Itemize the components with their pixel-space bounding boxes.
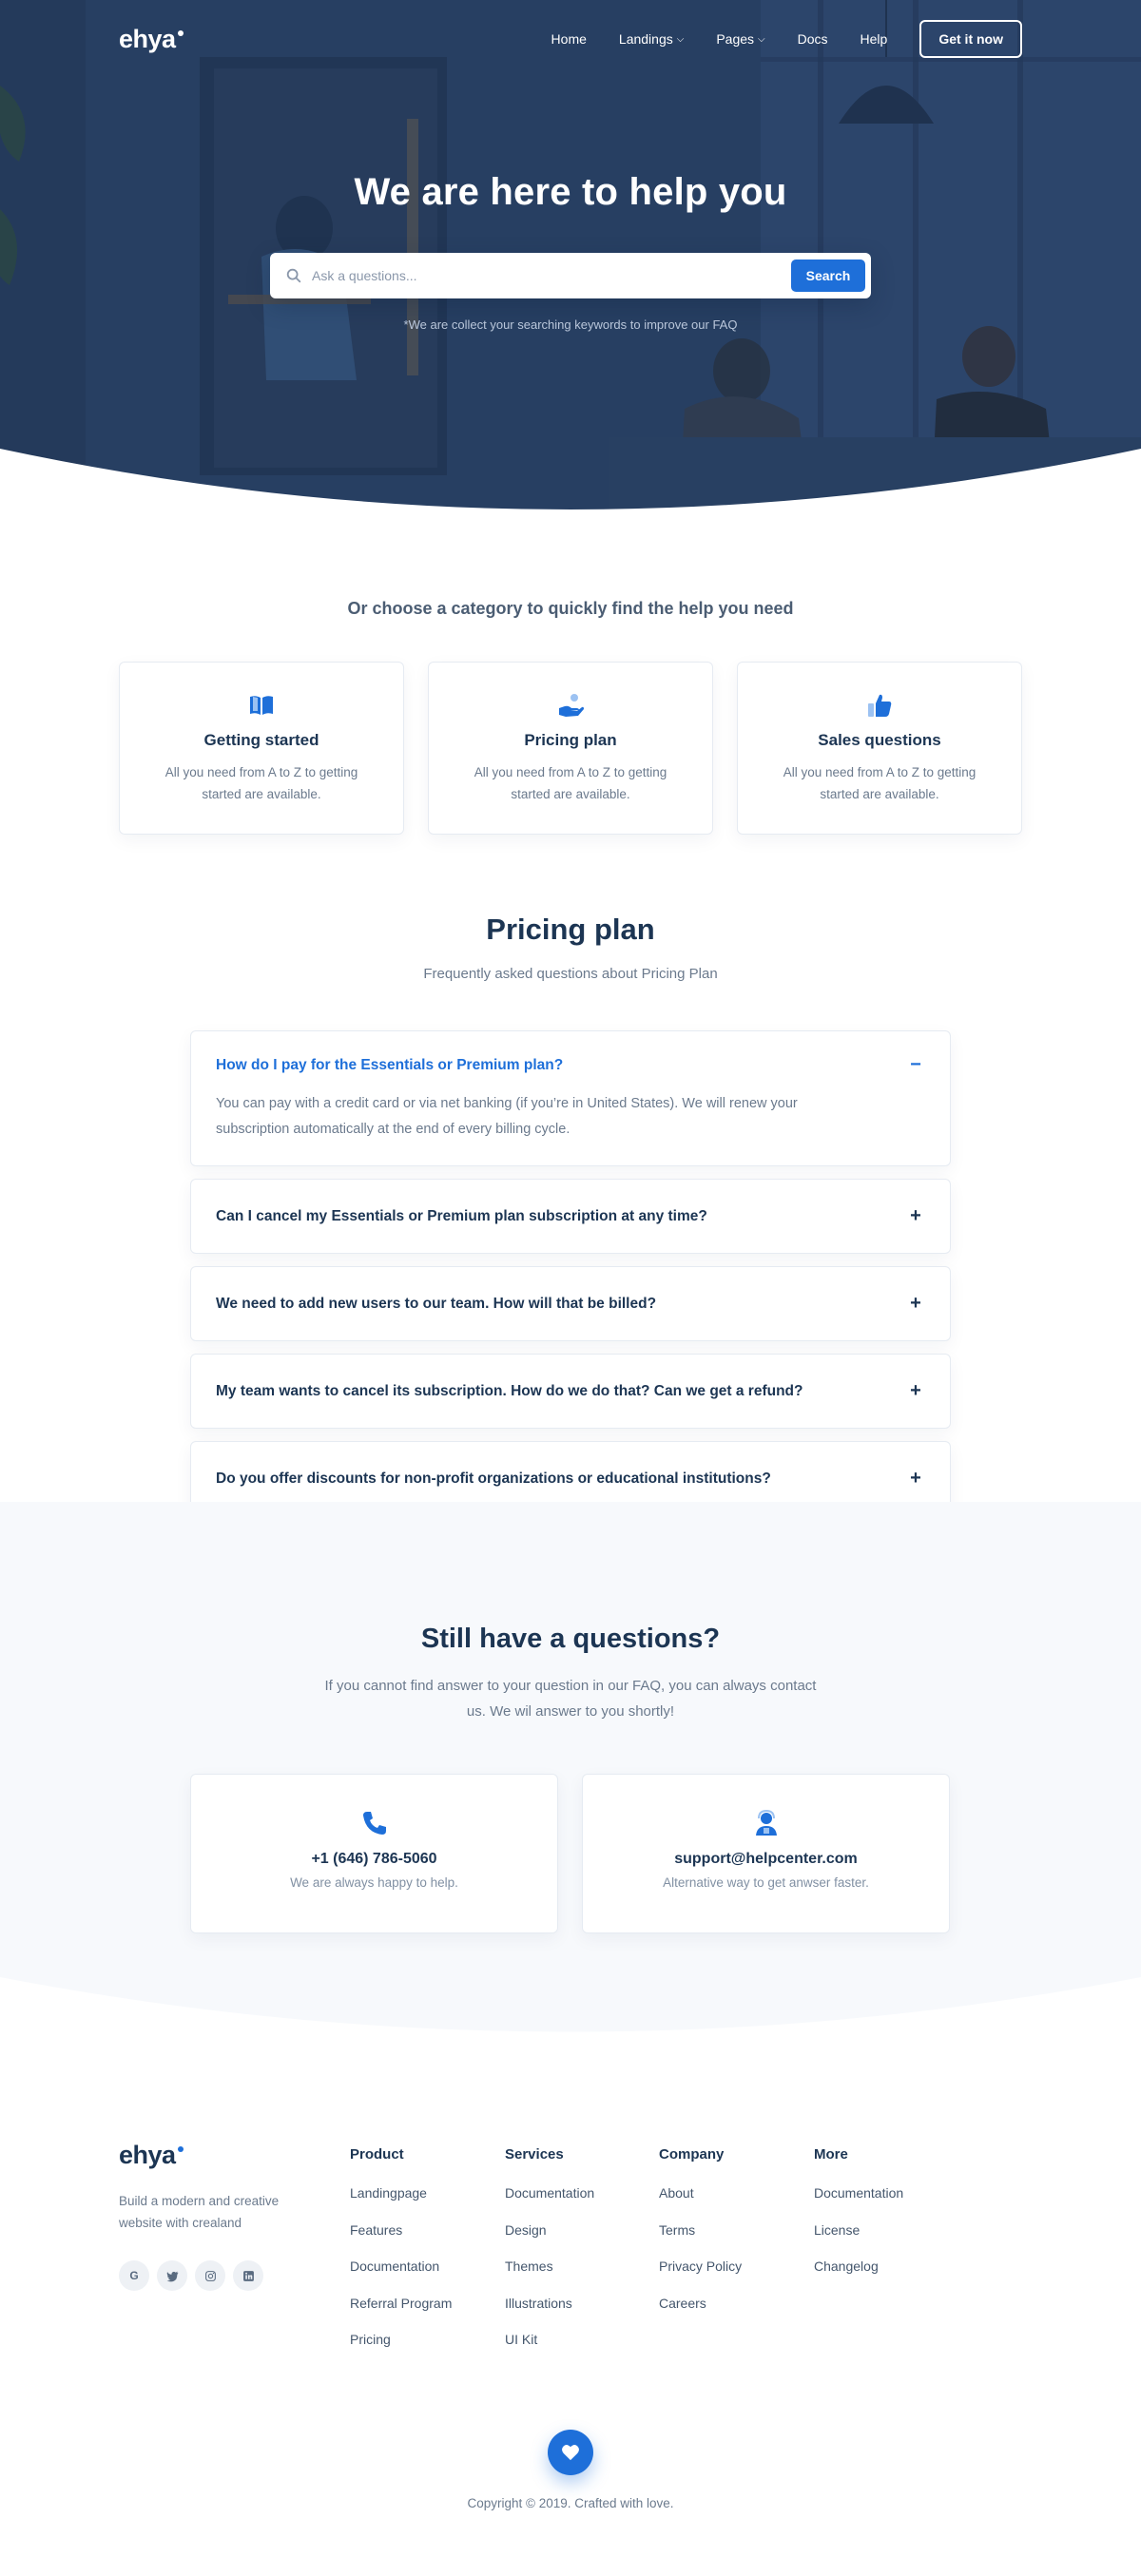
linkedin-icon[interactable] bbox=[233, 2260, 263, 2291]
faq-item[interactable]: We need to add new users to our team. Ho… bbox=[190, 1266, 951, 1341]
footer-link[interactable]: Design bbox=[505, 2222, 594, 2259]
nav-landings[interactable]: Landings ⌵ bbox=[619, 31, 684, 47]
chevron-down-icon: ⌵ bbox=[758, 33, 765, 45]
search-note: *We are collect your searching keywords … bbox=[403, 317, 738, 332]
search-bar: Search bbox=[270, 253, 871, 298]
footer-link[interactable]: Careers bbox=[659, 2296, 742, 2333]
plus-icon[interactable]: + bbox=[906, 1468, 925, 1490]
contact-card-phone[interactable]: +1 (646) 786-5060 We are always happy to… bbox=[190, 1774, 558, 1933]
book-icon bbox=[250, 696, 273, 715]
category-heading: Or choose a category to quickly find the… bbox=[347, 599, 794, 618]
footer-link[interactable]: About bbox=[659, 2185, 742, 2222]
footer-column-title: Product bbox=[350, 2146, 404, 2163]
contact-section-background bbox=[0, 1502, 1141, 2032]
hero-section: ehya Home Landings ⌵ Pages ⌵ Docs Help Get… bbox=[0, 0, 1141, 513]
footer-link[interactable]: Referral Program bbox=[350, 2296, 452, 2333]
footer-column-title: Company bbox=[659, 2146, 725, 2163]
plus-icon[interactable]: + bbox=[906, 1380, 925, 1402]
instagram-icon[interactable] bbox=[195, 2260, 225, 2291]
footer-column-services: Services Documentation Design Themes Ill… bbox=[505, 2146, 594, 2369]
search-input[interactable] bbox=[312, 268, 791, 283]
search-icon bbox=[286, 268, 301, 283]
faq-question: We need to add new users to our team. Ho… bbox=[216, 1295, 657, 1312]
contact-card-email[interactable]: support@helpcenter.com Alternative way t… bbox=[582, 1774, 950, 1933]
contact-email[interactable]: support@helpcenter.com bbox=[583, 1851, 949, 1868]
footer-column-more: More Documentation License Changelog bbox=[814, 2146, 903, 2296]
support-agent-icon bbox=[755, 1809, 777, 1836]
faq-item[interactable]: My team wants to cancel its subscription… bbox=[190, 1354, 951, 1429]
nav-help[interactable]: Help bbox=[861, 31, 888, 47]
footer-link[interactable]: Themes bbox=[505, 2259, 594, 2296]
footer-column-title: Services bbox=[505, 2146, 564, 2163]
heart-button[interactable] bbox=[548, 2430, 593, 2475]
hand-coin-icon bbox=[559, 694, 584, 717]
footer-column-product: Product Landingpage Features Documentati… bbox=[350, 2146, 452, 2369]
contact-description: Alternative way to get anwser faster. bbox=[663, 1875, 869, 1890]
footer-link[interactable]: Documentation bbox=[814, 2185, 903, 2222]
hero-title: We are here to help you bbox=[354, 171, 787, 213]
chevron-down-icon: ⌵ bbox=[676, 33, 685, 45]
footer-link[interactable]: License bbox=[814, 2222, 903, 2259]
category-title: Getting started bbox=[203, 731, 319, 749]
category-description: All you need from A to Z to getting star… bbox=[783, 765, 977, 801]
faq-question: Can I cancel my Essentials or Premium pl… bbox=[216, 1207, 707, 1224]
footer-column-title: More bbox=[814, 2146, 848, 2163]
google-icon[interactable]: G bbox=[119, 2260, 149, 2291]
faq-item[interactable]: Can I cancel my Essentials or Premium pl… bbox=[190, 1179, 951, 1254]
search-button[interactable]: Search bbox=[791, 260, 865, 292]
brand-logo[interactable]: ehya bbox=[119, 25, 184, 54]
category-description: All you need from A to Z to getting star… bbox=[164, 765, 358, 801]
faq-section-subtitle: Frequently asked questions about Pricing… bbox=[423, 966, 718, 982]
footer-link[interactable]: Documentation bbox=[505, 2185, 594, 2222]
twitter-icon[interactable] bbox=[157, 2260, 187, 2291]
category-title: Pricing plan bbox=[524, 731, 617, 749]
footer-link[interactable]: Illustrations bbox=[505, 2296, 594, 2333]
footer-link[interactable]: Landingpage bbox=[350, 2185, 452, 2222]
get-it-now-button[interactable]: Get it now bbox=[919, 20, 1022, 58]
faq-question: My team wants to cancel its subscription… bbox=[216, 1382, 803, 1399]
contact-description: We are always happy to help. bbox=[290, 1875, 458, 1890]
minus-icon[interactable]: − bbox=[906, 1054, 925, 1076]
faq-section-title: Pricing plan bbox=[486, 913, 655, 946]
category-card-sales-questions[interactable]: Sales questions All you need from A to Z… bbox=[737, 662, 1022, 835]
footer-link[interactable]: Documentation bbox=[350, 2259, 452, 2296]
footer-link[interactable]: UI Kit bbox=[505, 2332, 594, 2369]
nav-links: Home Landings ⌵ Pages ⌵ Docs Help bbox=[551, 31, 888, 47]
plus-icon[interactable]: + bbox=[906, 1293, 925, 1315]
nav-docs[interactable]: Docs bbox=[798, 31, 828, 47]
contact-section-text: If you cannot find answer to your questi… bbox=[324, 1678, 817, 1720]
nav-pages[interactable]: Pages ⌵ bbox=[716, 31, 764, 47]
top-navbar: ehya Home Landings ⌵ Pages ⌵ Docs Help Get… bbox=[119, 19, 1022, 59]
footer-link[interactable]: Changelog bbox=[814, 2259, 903, 2296]
category-card-pricing-plan[interactable]: Pricing plan All you need from A to Z to… bbox=[428, 662, 713, 835]
contact-cards: +1 (646) 786-5060 We are always happy to… bbox=[190, 1774, 951, 1933]
footer-logo[interactable]: ehya bbox=[119, 2141, 184, 2170]
nav-home[interactable]: Home bbox=[551, 31, 587, 47]
plus-icon[interactable]: + bbox=[906, 1205, 925, 1227]
footer-column-company: Company About Terms Privacy Policy Caree… bbox=[659, 2146, 742, 2332]
footer-link[interactable]: Privacy Policy bbox=[659, 2259, 742, 2296]
faq-item[interactable]: How do I pay for the Essentials or Premi… bbox=[190, 1030, 951, 1166]
category-title: Sales questions bbox=[818, 731, 941, 749]
faq-question: Do you offer discounts for non-profit or… bbox=[216, 1470, 771, 1487]
thumbs-up-icon bbox=[868, 694, 892, 717]
footer-link[interactable]: Features bbox=[350, 2222, 452, 2259]
faq-answer: You can pay with a credit card or via ne… bbox=[216, 1096, 798, 1137]
copyright-text: Copyright © 2019. Crafted with love. bbox=[467, 2496, 674, 2510]
contact-section-title: Still have a questions? bbox=[420, 1624, 721, 1654]
footer-link[interactable]: Terms bbox=[659, 2222, 742, 2259]
category-description: All you need from A to Z to getting star… bbox=[474, 765, 667, 801]
social-links: G bbox=[119, 2260, 263, 2291]
footer-tagline: Build a modern and creative website with… bbox=[119, 2194, 280, 2230]
faq-list: How do I pay for the Essentials or Premi… bbox=[190, 1030, 951, 1528]
category-card-getting-started[interactable]: Getting started All you need from A to Z… bbox=[119, 662, 404, 835]
footer-link[interactable]: Pricing bbox=[350, 2332, 452, 2369]
phone-icon bbox=[362, 1812, 386, 1835]
faq-question: How do I pay for the Essentials or Premi… bbox=[216, 1056, 564, 1073]
heart-icon bbox=[562, 2445, 579, 2461]
category-cards: Getting started All you need from A to Z… bbox=[119, 662, 1022, 835]
contact-phone[interactable]: +1 (646) 786-5060 bbox=[191, 1851, 557, 1868]
